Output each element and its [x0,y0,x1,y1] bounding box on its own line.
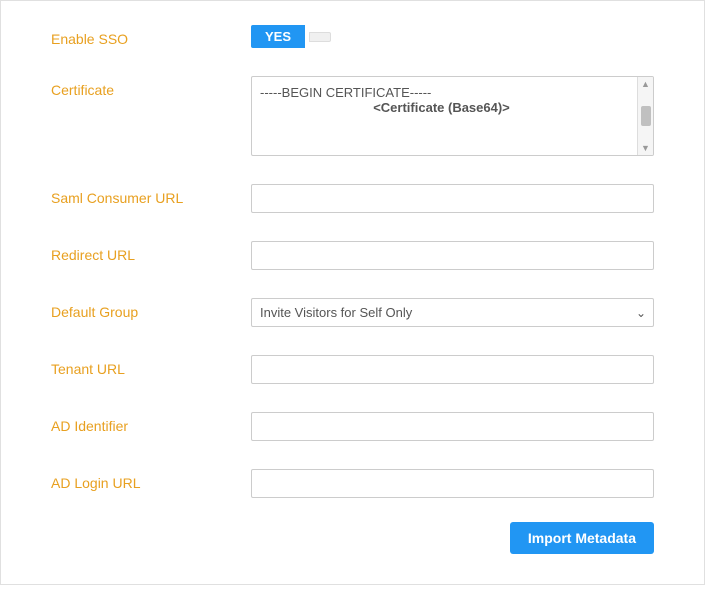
import-metadata-button[interactable]: Import Metadata [510,522,654,554]
tenant-url-control [251,355,654,384]
ad-login-url-label: AD Login URL [51,469,251,491]
enable-sso-label: Enable SSO [51,25,251,47]
toggle-no-button[interactable] [309,32,331,42]
enable-sso-toggle-wrap: YES [251,25,654,48]
saml-consumer-url-label: Saml Consumer URL [51,184,251,206]
scroll-thumb [641,106,651,126]
default-group-label: Default Group [51,298,251,320]
saml-consumer-url-control [251,184,654,213]
default-group-control: Invite Visitors for Self Only All Visito… [251,298,654,327]
tenant-url-input[interactable] [251,355,654,384]
certificate-row: Certificate -----BEGIN CERTIFICATE----- … [21,62,684,170]
redirect-url-control [251,241,654,270]
toggle-yes-button[interactable]: YES [251,25,305,48]
ad-identifier-control [251,412,654,441]
tenant-url-label: Tenant URL [51,355,251,377]
certificate-scrollbar[interactable]: ▲ ▼ [637,77,653,155]
redirect-url-row: Redirect URL [21,227,684,284]
certificate-placeholder: <Certificate (Base64)> [260,100,623,115]
ad-login-url-control [251,469,654,498]
certificate-content: -----BEGIN CERTIFICATE----- <Certificate… [260,85,633,115]
default-group-select[interactable]: Invite Visitors for Self Only All Visito… [251,298,654,327]
certificate-control: -----BEGIN CERTIFICATE----- <Certificate… [251,76,654,156]
certificate-textarea[interactable]: -----BEGIN CERTIFICATE----- <Certificate… [251,76,654,156]
ad-login-url-row: AD Login URL [21,455,684,512]
redirect-url-label: Redirect URL [51,241,251,263]
ad-identifier-label: AD Identifier [51,412,251,434]
scroll-up-icon[interactable]: ▲ [641,79,650,89]
ad-identifier-input[interactable] [251,412,654,441]
scroll-down-icon[interactable]: ▼ [641,143,650,153]
default-group-row: Default Group Invite Visitors for Self O… [21,284,684,341]
enable-sso-row: Enable SSO YES [21,11,684,62]
toggle-group: YES [251,25,654,48]
ad-identifier-row: AD Identifier [21,398,684,455]
certificate-label: Certificate [51,76,251,98]
sso-settings-form: Enable SSO YES Certificate -----BEGIN CE… [0,0,705,585]
footer-row: Import Metadata [21,512,684,564]
tenant-url-row: Tenant URL [21,341,684,398]
certificate-begin-text: -----BEGIN CERTIFICATE----- [260,85,431,100]
default-group-select-wrap: Invite Visitors for Self Only All Visito… [251,298,654,327]
saml-consumer-url-row: Saml Consumer URL [21,170,684,227]
saml-consumer-url-input[interactable] [251,184,654,213]
redirect-url-input[interactable] [251,241,654,270]
ad-login-url-input[interactable] [251,469,654,498]
